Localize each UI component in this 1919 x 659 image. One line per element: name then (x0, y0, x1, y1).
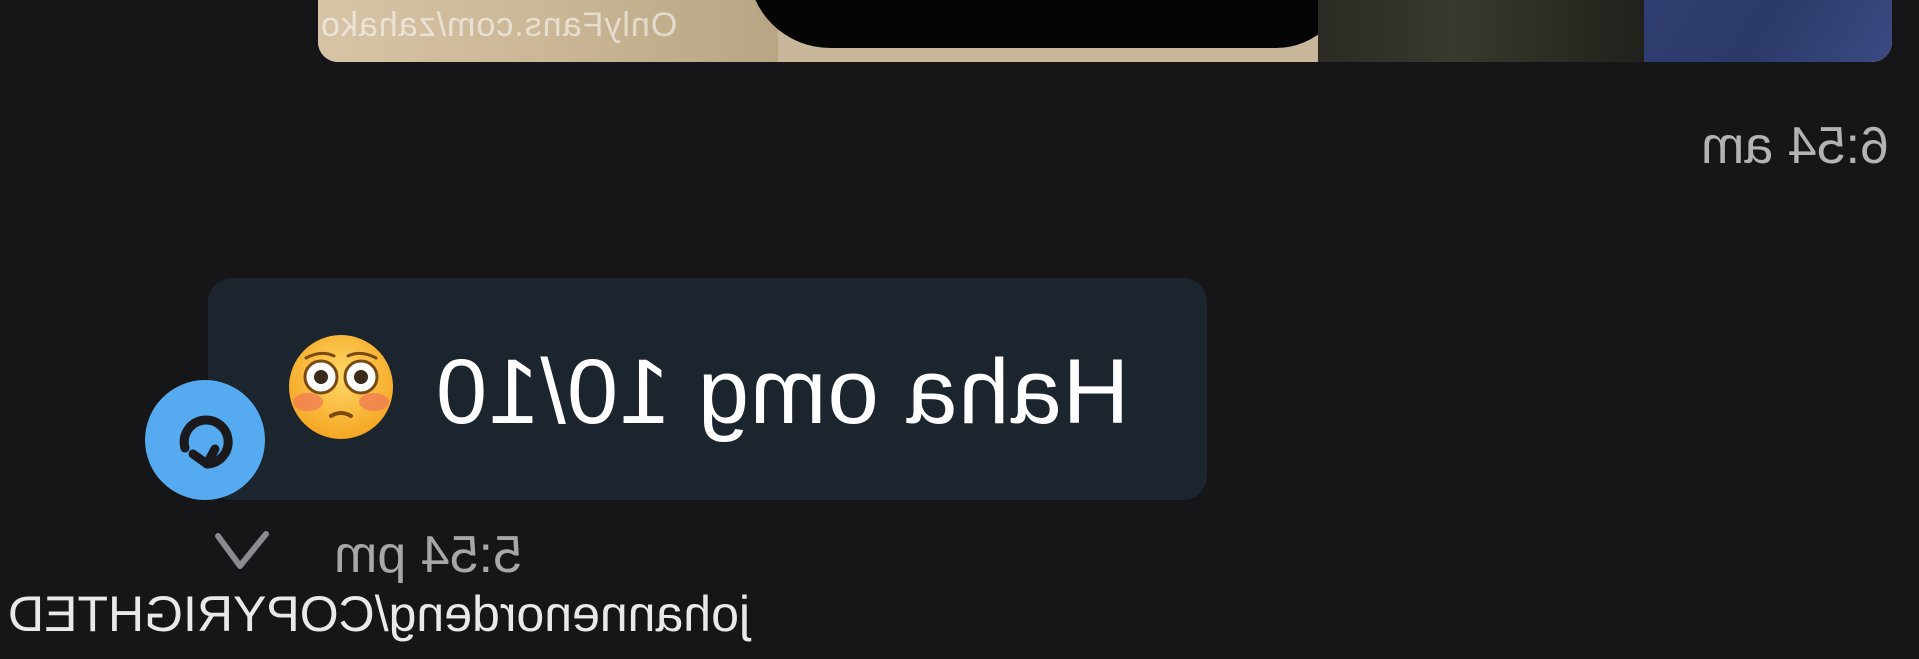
media-blue-region (1644, 0, 1892, 62)
message-text: Haha omg 10/10 (434, 341, 1129, 443)
message-bubble[interactable]: Haha omg 10/10 (208, 278, 1207, 500)
reply-arrow-icon (179, 415, 233, 469)
chat-screen: OnlyFans.com/zahako 6:54 am Haha omg 10/… (0, 0, 1919, 659)
media-foliage-region (1318, 0, 1658, 62)
message-timestamp: 6:54 am (1701, 117, 1889, 175)
media-dark-region (748, 0, 1348, 48)
reply-timestamp: 5:54 pm (334, 526, 522, 584)
media-watermark: OnlyFans.com/zahako (320, 6, 678, 44)
sent-check-icon (215, 531, 269, 569)
copyright-watermark: johannenordeng/COPYRIGHTED (8, 586, 751, 642)
reply-button[interactable] (145, 380, 265, 500)
flushed-face-emoji (289, 335, 393, 439)
